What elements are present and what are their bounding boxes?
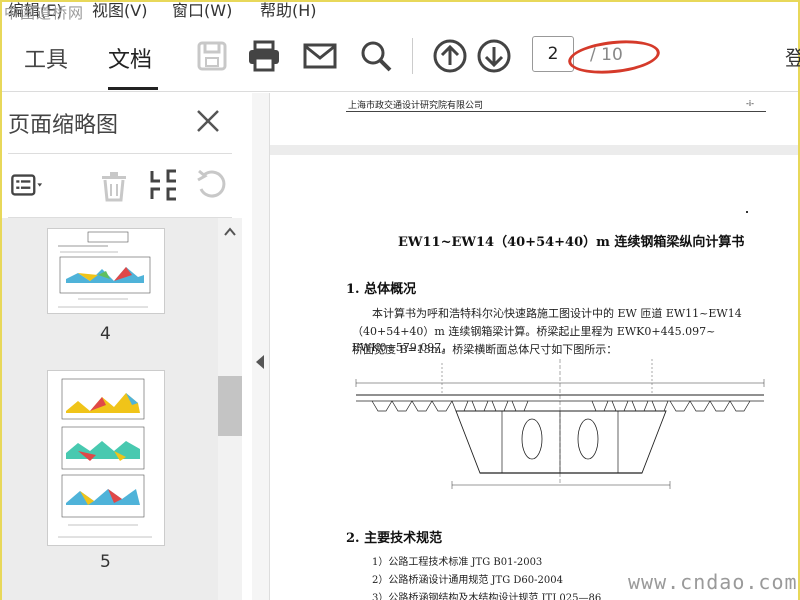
previous-page: 上海市政交通设计研究院有限公司 -i- <box>270 93 798 145</box>
extract-pages-icon[interactable] <box>146 167 182 203</box>
page-number-mark: -i- <box>746 99 754 108</box>
rotate-icon[interactable] <box>194 167 230 203</box>
toolbar: 工具 文档 2 / 10 登 <box>2 20 800 92</box>
highlight-ellipse <box>566 36 662 78</box>
watermark-bottom: www.cndao.com <box>628 570 798 594</box>
document-view: 上海市政交通设计研究院有限公司 -i- EW11~EW14（40+54+40）m… <box>270 93 798 600</box>
login-label[interactable]: 登 <box>785 42 800 71</box>
collapse-arrow-icon[interactable] <box>256 355 264 369</box>
page-down-icon[interactable] <box>476 38 512 74</box>
save-icon[interactable] <box>194 38 230 74</box>
thumbnail-options-icon[interactable] <box>10 167 46 203</box>
spec-item-3: 3）公路桥涵钢结构及木结构设计规范 JTJ 025—86 <box>372 593 602 600</box>
page-dot <box>746 211 748 213</box>
close-icon[interactable] <box>194 107 222 135</box>
paragraph-line-1: 本计算书为呼和浩特科尔沁快速路施工图设计中的 EW 匝道 EW11~EW14 <box>372 307 742 320</box>
print-icon[interactable] <box>246 38 282 74</box>
thumbnail-label-4: 4 <box>100 324 111 344</box>
menu-window[interactable]: 窗口(W) <box>172 2 232 20</box>
delete-icon[interactable] <box>96 167 132 203</box>
thumbnail-label-5: 5 <box>100 552 111 572</box>
section-2-title: 2. 主要技术规范 <box>346 531 443 546</box>
header-rule <box>346 111 766 112</box>
toolbar-separator <box>412 38 413 74</box>
thumbnail-list: 4 5 <box>2 218 242 600</box>
page-thumbnail-4[interactable] <box>47 228 165 314</box>
document-title: EW11~EW14（40+54+40）m 连续钢箱梁纵向计算书 <box>398 235 745 250</box>
page-thumbnail-5[interactable] <box>47 370 165 546</box>
tab-tools[interactable]: 工具 <box>24 42 68 74</box>
active-tab-indicator <box>108 87 158 90</box>
page-header-text: 上海市政交通设计研究院有限公司 <box>348 101 484 111</box>
menu-view[interactable]: 视图(V) <box>92 2 147 20</box>
page-up-icon[interactable] <box>432 38 468 74</box>
sidebar-scrollbar[interactable] <box>218 218 242 600</box>
menu-help[interactable]: 帮助(H) <box>260 2 317 20</box>
spec-item-2: 2）公路桥涵设计通用规范 JTG D60-2004 <box>372 575 563 586</box>
mail-icon[interactable] <box>302 38 338 74</box>
sidebar-title: 页面缩略图 <box>8 113 119 138</box>
sidebar-collapse-handle[interactable] <box>252 93 270 600</box>
section-1-title: 1. 总体概况 <box>346 282 417 297</box>
sidebar-divider <box>8 153 232 154</box>
page-number-input[interactable]: 2 <box>532 36 574 72</box>
scroll-up-icon[interactable] <box>222 224 238 240</box>
current-page: EW11~EW14（40+54+40）m 连续钢箱梁纵向计算书 1. 总体概况 … <box>270 155 798 600</box>
cross-section-drawing <box>355 359 765 489</box>
scrollbar-thumb[interactable] <box>218 376 242 436</box>
tab-document[interactable]: 文档 <box>108 42 152 74</box>
menu-bar: 编辑(E) 视图(V) 窗口(W) 帮助(H) <box>2 2 798 20</box>
search-icon[interactable] <box>358 38 394 74</box>
spec-item-1: 1）公路工程技术标准 JTG B01-2003 <box>372 557 543 568</box>
